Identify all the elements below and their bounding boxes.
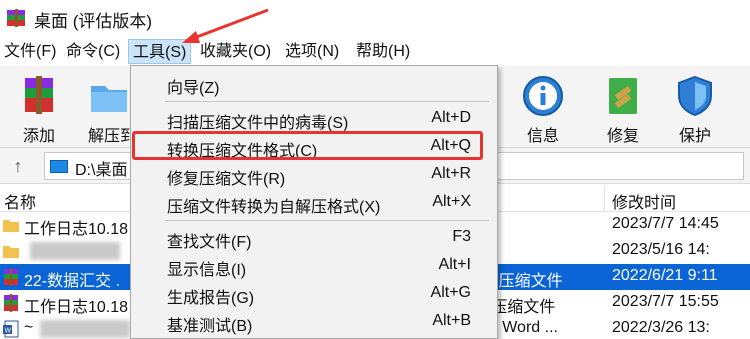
blurred-name xyxy=(30,242,120,260)
menu-file[interactable]: 文件(F) xyxy=(0,39,60,64)
menu-item-label: 生成报告(G) xyxy=(167,290,255,307)
menu-item-label: 压缩文件转换为自解压格式(X) xyxy=(167,199,381,216)
menu-item-shortcut: Alt+X xyxy=(432,193,471,210)
menu-separator xyxy=(165,220,489,221)
svg-text:W: W xyxy=(5,328,12,335)
menu-help[interactable]: 帮助(H) xyxy=(352,39,414,64)
menu-bar: 文件(F) 命令(C) 工具(S) 收藏夹(O) 选项(N) 帮助(H) xyxy=(0,36,750,66)
repair-icon xyxy=(609,78,637,114)
title-bar: 桌面 (评估版本) xyxy=(0,0,750,36)
file-date: 2023/5/16 14: xyxy=(612,241,710,258)
menu-item-generate-report[interactable]: 生成报告(G) Alt+G xyxy=(131,279,497,307)
menu-item-find-files[interactable]: 查找文件(F) F3 xyxy=(131,223,497,251)
tools-dropdown-menu: 向导(Z) 扫描压缩文件中的病毒(S) Alt+D 转换压缩文件格式(C) Al… xyxy=(130,65,498,339)
shield-icon xyxy=(678,75,712,117)
menu-item-benchmark[interactable]: 基准测试(B) Alt+B xyxy=(131,307,497,335)
add-button[interactable]: 添加 xyxy=(8,70,70,146)
menu-item-convert-sfx[interactable]: 压缩文件转换为自解压格式(X) Alt+X xyxy=(131,188,497,216)
menu-favorites[interactable]: 收藏夹(O) xyxy=(196,39,275,64)
column-modified[interactable]: 修改时间 xyxy=(612,189,676,213)
column-name[interactable]: 名称 xyxy=(4,189,36,213)
menu-item-shortcut: Alt+G xyxy=(430,284,471,301)
add-label: 添加 xyxy=(22,128,55,145)
file-name: ~ xyxy=(24,319,34,336)
menu-item-shortcut: Alt+R xyxy=(431,165,471,182)
menu-item-label: 修复压缩文件(R) xyxy=(167,171,286,188)
info-label: 信息 xyxy=(526,128,559,145)
repair-label: 修复 xyxy=(606,128,639,145)
blurred-name xyxy=(40,320,130,338)
up-arrow-icon[interactable]: ↑ xyxy=(6,154,30,178)
file-date: 2023/7/7 15:55 xyxy=(612,293,719,310)
menu-item-label: 扫描压缩文件中的病毒(S) xyxy=(167,115,349,132)
file-date: 2022/3/26 13: xyxy=(612,319,710,336)
file-date: 2023/7/7 14:45 xyxy=(612,215,719,232)
info-icon xyxy=(523,76,563,116)
menu-item-shortcut: Alt+B xyxy=(432,312,471,329)
file-name: 工作日志10.18 xyxy=(24,221,129,238)
window-title: 桌面 (评估版本) xyxy=(34,12,153,31)
menu-item-show-info[interactable]: 显示信息(I) Alt+I xyxy=(131,251,497,279)
repair-button[interactable]: 修复 xyxy=(592,70,654,146)
zip-archive-icon xyxy=(4,294,18,312)
folder-icon xyxy=(3,246,19,258)
menu-separator xyxy=(165,101,489,102)
folder-icon xyxy=(3,220,19,232)
menu-item-repair-archive[interactable]: 修复压缩文件(R) Alt+R xyxy=(131,160,497,188)
menu-item-scan-virus[interactable]: 扫描压缩文件中的病毒(S) Alt+D xyxy=(131,104,497,132)
winrar-app-icon xyxy=(7,9,25,27)
column-divider[interactable] xyxy=(604,185,605,212)
folder-extract-icon xyxy=(91,86,127,112)
menu-item-label: 显示信息(I) xyxy=(167,262,247,279)
file-name: 22-数据汇交 . xyxy=(24,273,121,290)
menu-item-label: 向导(Z) xyxy=(167,80,220,97)
file-name: 工作日志10.18 xyxy=(24,299,129,316)
info-button[interactable]: 信息 xyxy=(512,70,574,146)
word-document-icon: W xyxy=(3,320,19,338)
add-archive-icon xyxy=(25,76,53,114)
file-date: 2022/6/21 9:11 xyxy=(612,267,718,284)
menu-item-shortcut: Alt+I xyxy=(438,256,471,273)
highlight-annotation-box xyxy=(132,131,483,160)
menu-item-label: 查找文件(F) xyxy=(167,234,252,251)
menu-item-wizard[interactable]: 向导(Z) xyxy=(131,69,497,97)
protect-button[interactable]: 保护 xyxy=(664,70,726,146)
menu-item-label: 基准测试(B) xyxy=(167,318,253,335)
menu-options[interactable]: 选项(N) xyxy=(281,39,343,64)
protect-label: 保护 xyxy=(678,128,711,145)
menu-item-shortcut: F3 xyxy=(452,228,471,245)
menu-tools[interactable]: 工具(S) xyxy=(128,39,192,64)
rar-archive-icon xyxy=(4,268,18,286)
menu-item-shortcut: Alt+D xyxy=(431,109,471,126)
path-text: D:\桌面 xyxy=(75,162,128,179)
menu-commands[interactable]: 命令(C) xyxy=(62,39,124,64)
drive-icon xyxy=(50,160,68,173)
